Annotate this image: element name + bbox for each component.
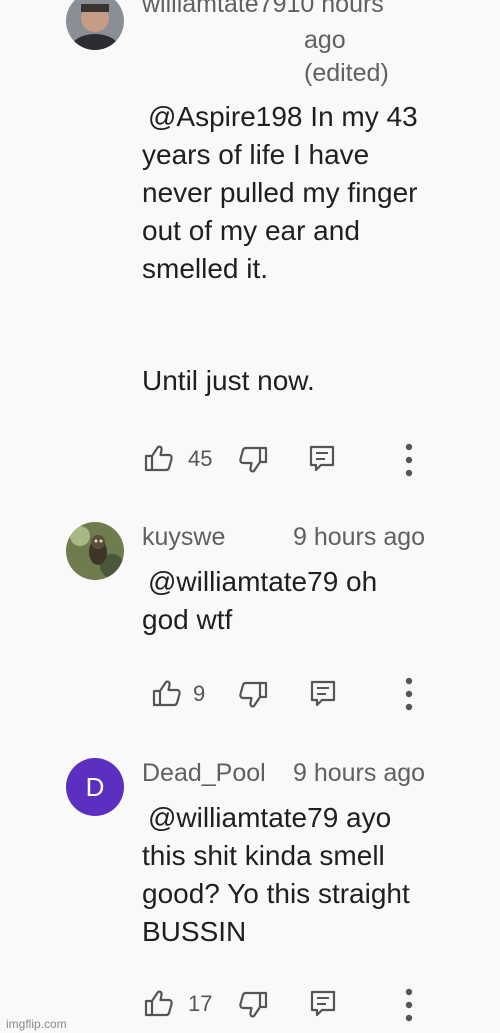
like-count: 17 (188, 991, 213, 1016)
watermark: imgflip.com (6, 1017, 67, 1031)
comment-line: @williamtate79 oh (148, 566, 378, 597)
thumbs-up-icon (144, 445, 173, 472)
comment-author-and-time: williamtate7910 hours (142, 0, 384, 20)
more-options-button[interactable] (402, 987, 416, 1023)
like-button[interactable] (152, 679, 182, 707)
reply-button[interactable] (309, 679, 337, 709)
comment-author[interactable]: kuyswe (142, 521, 225, 553)
comment-body: @Aspire198 In my 43 years of life I have… (142, 98, 418, 400)
avatar[interactable] (66, 0, 124, 50)
dislike-button[interactable] (238, 991, 268, 1019)
dislike-button[interactable] (238, 681, 268, 709)
comment-line: BUSSIN (142, 916, 247, 947)
comment-author[interactable]: Dead_Pool (142, 757, 266, 789)
reply-icon (310, 990, 336, 1017)
comment-line: @Aspire198 In my 43 (148, 101, 418, 132)
comment-line: good? Yo this straight (142, 878, 410, 909)
thumbs-up-icon (152, 680, 181, 707)
comment-time: 10 hours (286, 0, 384, 18)
more-options-button[interactable] (402, 442, 416, 478)
like-count: 45 (188, 446, 213, 471)
thumbs-down-icon (239, 991, 268, 1018)
more-vertical-icon (405, 988, 413, 1022)
reply-icon (309, 445, 335, 472)
like-count: 9 (193, 681, 206, 706)
comment-line: Until just now. (142, 365, 315, 396)
comment-line: @williamtate79 ayo (148, 802, 392, 833)
thumbs-down-icon (239, 446, 268, 473)
comment-line: god wtf (142, 604, 233, 635)
reply-button[interactable] (309, 989, 337, 1019)
avatar[interactable]: D (66, 758, 124, 816)
thumbs-up-icon (144, 990, 173, 1017)
comment-body: @williamtate79 oh god wtf (142, 563, 377, 639)
like-button[interactable] (144, 989, 174, 1017)
reply-button[interactable] (308, 444, 336, 474)
more-options-button[interactable] (402, 676, 416, 712)
comment-body: @williamtate79 ayo this shit kinda smell… (142, 799, 410, 951)
comment-line: out of my ear and (142, 215, 360, 246)
like-button[interactable] (144, 444, 174, 472)
animal-photo-avatar-icon (66, 522, 124, 580)
reply-icon (310, 680, 336, 707)
edited-label: (edited) (304, 59, 389, 87)
avatar[interactable] (66, 522, 124, 580)
thumbs-down-icon (239, 681, 268, 708)
comment-line: smelled it. (142, 253, 269, 284)
more-vertical-icon (405, 443, 413, 477)
comment-line: years of life I have (142, 139, 370, 170)
comment-time-continued: ago (304, 26, 346, 54)
comment-author[interactable]: williamtate79 (142, 0, 287, 18)
comment-time: 9 hours ago (293, 759, 426, 787)
comment-line: this shit kinda smell (142, 840, 385, 871)
comment-line: never pulled my finger (142, 177, 418, 208)
dislike-button[interactable] (238, 446, 268, 474)
more-vertical-icon (405, 677, 413, 711)
user-photo-avatar-icon (66, 0, 124, 50)
comment-time: 9 hours ago (293, 523, 426, 551)
